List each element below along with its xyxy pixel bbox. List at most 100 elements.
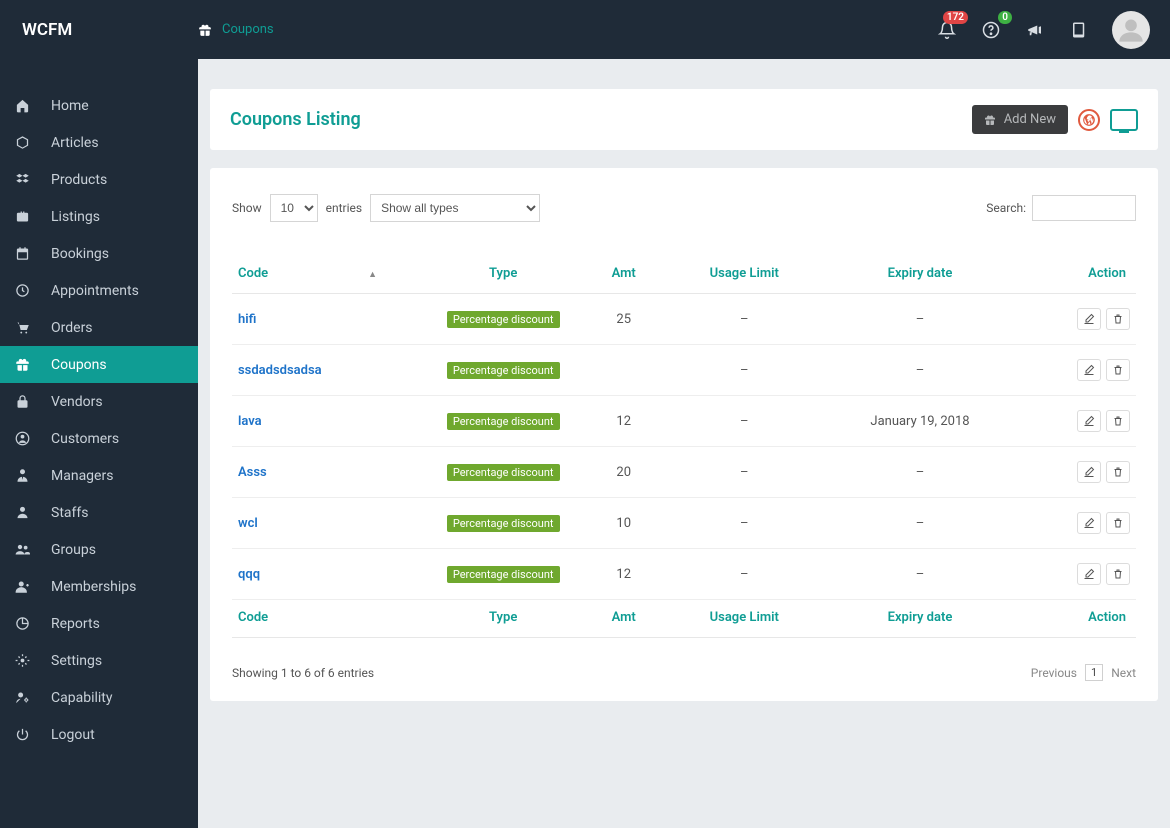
coupon-link[interactable]: ssdadsdsadsa [238, 363, 322, 378]
cell-usage: – [674, 498, 815, 549]
cell-usage: – [674, 447, 815, 498]
cell-expiry: January 19, 2018 [815, 396, 1026, 447]
cell-code: ssdadsdsadsa [232, 345, 433, 396]
sidebar-item-vendors[interactable]: Vendors [0, 383, 198, 420]
coupon-link[interactable]: Asss [238, 465, 267, 480]
edit-button[interactable] [1077, 410, 1101, 432]
edit-button[interactable] [1077, 308, 1101, 330]
search-input[interactable] [1032, 195, 1136, 221]
delete-button[interactable] [1106, 308, 1130, 330]
announce-button[interactable] [1024, 19, 1046, 41]
coupon-link[interactable]: qqq [238, 567, 260, 582]
cell-usage: – [674, 396, 815, 447]
delete-button[interactable] [1106, 563, 1130, 585]
notifications-badge: 172 [943, 11, 968, 24]
sort-asc-icon: ▲ [368, 270, 377, 280]
discount-tag: Percentage discount [447, 311, 560, 328]
edit-button[interactable] [1077, 512, 1101, 534]
cell-action [1025, 396, 1136, 447]
edit-button[interactable] [1077, 563, 1101, 585]
cell-amt: 12 [573, 549, 673, 600]
add-new-button[interactable]: Add New [972, 105, 1068, 134]
cell-action [1025, 549, 1136, 600]
cell-type: Percentage discount [433, 396, 574, 447]
coupon-link[interactable]: lava [238, 414, 262, 429]
cell-code: Asss [232, 447, 433, 498]
sidebar-item-reports[interactable]: Reports [0, 605, 198, 642]
cell-type: Percentage discount [433, 549, 574, 600]
sidebar-item-products[interactable]: Products [0, 161, 198, 198]
col-code[interactable]: Code▲ [232, 256, 433, 294]
edit-button[interactable] [1077, 359, 1101, 381]
sidebar-item-label: Vendors [51, 394, 103, 410]
sidebar-item-label: Home [51, 98, 89, 114]
sidebar-item-staffs[interactable]: Staffs [0, 494, 198, 531]
page-number[interactable]: 1 [1085, 664, 1103, 681]
sidebar-item-managers[interactable]: Managers [0, 457, 198, 494]
discount-tag: Percentage discount [447, 362, 560, 379]
sidebar: Home ArticlesProductsListingsBookingsAppo… [0, 59, 198, 828]
add-new-label: Add New [1004, 112, 1056, 127]
cell-amt: 10 [573, 498, 673, 549]
col-usage[interactable]: Usage Limit [674, 256, 815, 294]
sidebar-item-label: Memberships [51, 579, 136, 595]
sidebar-item-label: Orders [51, 320, 93, 336]
view-store-link[interactable] [1110, 109, 1138, 131]
briefcase-icon [15, 209, 33, 224]
col-amt-foot: Amt [573, 600, 673, 638]
avatar[interactable] [1112, 11, 1150, 49]
delete-button[interactable] [1106, 461, 1130, 483]
notifications-button[interactable]: 172 [936, 19, 958, 41]
sidebar-item-orders[interactable]: Orders [0, 309, 198, 346]
edit-button[interactable] [1077, 461, 1101, 483]
user-cog-icon [15, 690, 33, 705]
sidebar-item-articles[interactable]: Articles [0, 124, 198, 161]
gift-icon [15, 357, 33, 372]
sidebar-item-settings[interactable]: Settings [0, 642, 198, 679]
gift-icon [984, 114, 996, 126]
sidebar-item-customers[interactable]: Customers [0, 420, 198, 457]
cell-amt [573, 345, 673, 396]
book-button[interactable] [1068, 19, 1090, 41]
sidebar-item-capability[interactable]: Capability [0, 679, 198, 716]
cell-amt: 12 [573, 396, 673, 447]
cell-action [1025, 294, 1136, 345]
sidebar-item-home[interactable]: Home [0, 87, 198, 124]
sidebar-item-logout[interactable]: Logout [0, 716, 198, 753]
cell-expiry: – [815, 294, 1026, 345]
col-type[interactable]: Type [433, 256, 574, 294]
brand: WCFM [0, 20, 198, 40]
table-row: lava Percentage discount12–January 19, 20… [232, 396, 1136, 447]
coupon-link[interactable]: wcl [238, 516, 258, 531]
page-size-select[interactable]: 10 [270, 194, 318, 222]
col-expiry[interactable]: Expiry date [815, 256, 1026, 294]
delete-button[interactable] [1106, 359, 1130, 381]
type-filter-select[interactable]: Show all types [370, 194, 540, 222]
col-amt[interactable]: Amt [573, 256, 673, 294]
delete-button[interactable] [1106, 410, 1130, 432]
sidebar-item-coupons[interactable]: Coupons [0, 346, 198, 383]
delete-button[interactable] [1106, 512, 1130, 534]
coupon-link[interactable]: hifi [238, 312, 256, 327]
list-footer: Showing 1 to 6 of 6 entries Previous 1 N… [232, 664, 1136, 681]
sidebar-item-listings[interactable]: Listings [0, 198, 198, 235]
cell-expiry: – [815, 549, 1026, 600]
sidebar-item-bookings[interactable]: Bookings [0, 235, 198, 272]
listing-panel: Show 10 entries Show all types Search: C… [210, 168, 1158, 701]
prev-button[interactable]: Previous [1031, 666, 1077, 680]
wordpress-link[interactable] [1078, 109, 1100, 131]
breadcrumb[interactable]: Coupons [198, 22, 274, 37]
sidebar-item-appointments[interactable]: Appointments [0, 272, 198, 309]
help-button[interactable]: 0 [980, 19, 1002, 41]
sidebar-item-groups[interactable]: Groups [0, 531, 198, 568]
sidebar-item-memberships[interactable]: Memberships [0, 568, 198, 605]
sidebar-item-label: Staffs [51, 505, 88, 521]
user-icon [15, 505, 33, 520]
table-row: AsssPercentage discount20–– [232, 447, 1136, 498]
col-usage-foot: Usage Limit [674, 600, 815, 638]
col-expiry-foot: Expiry date [815, 600, 1026, 638]
cell-usage: – [674, 294, 815, 345]
cell-usage: – [674, 549, 815, 600]
sidebar-item-label: Settings [51, 653, 102, 669]
next-button[interactable]: Next [1111, 666, 1136, 680]
